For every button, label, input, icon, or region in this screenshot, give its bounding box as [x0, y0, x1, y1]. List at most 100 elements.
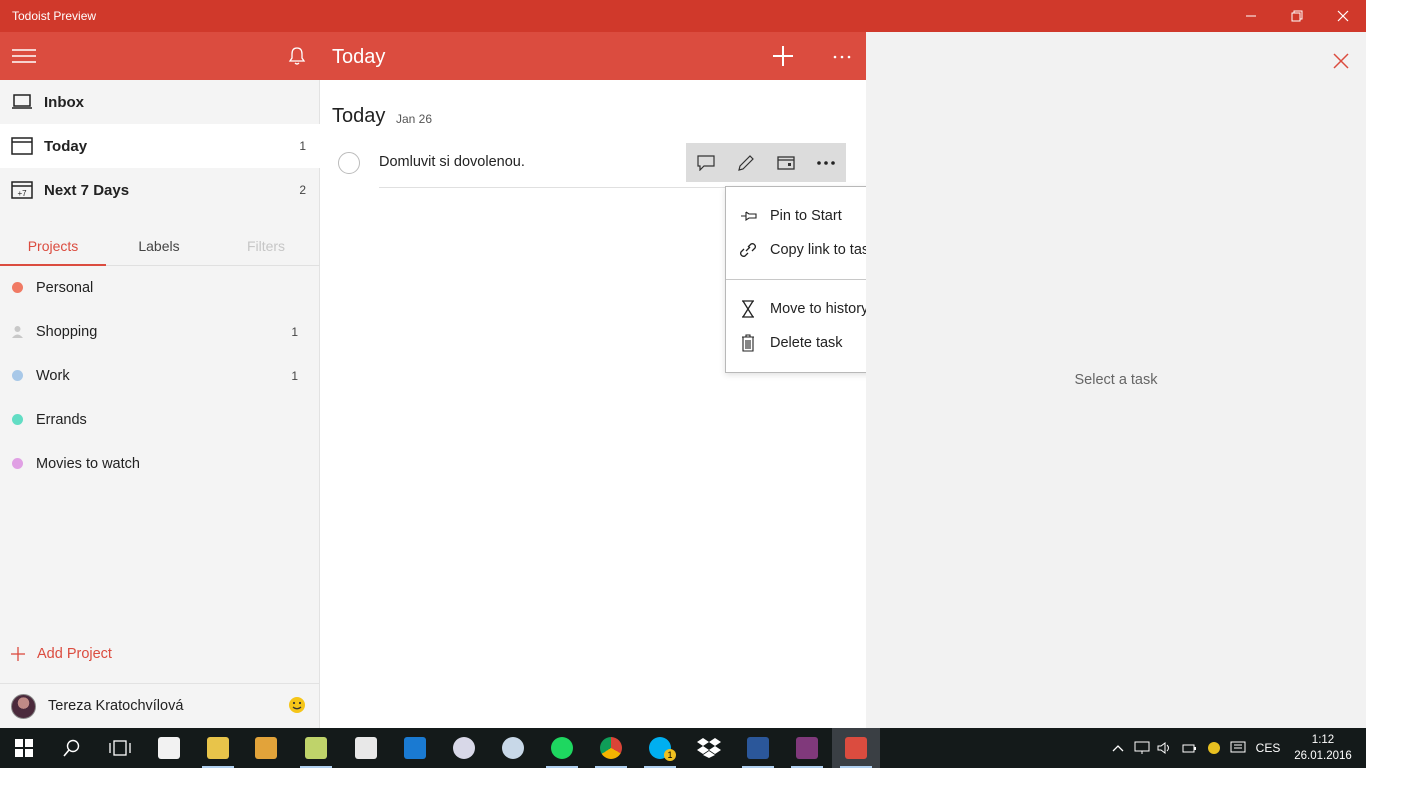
task-view-button[interactable]	[96, 728, 144, 768]
project-item-movies-to-watch[interactable]: Movies to watch	[0, 442, 320, 486]
empty-state-text: Select a task	[1074, 372, 1158, 388]
project-item-errands[interactable]: Errands	[0, 398, 320, 442]
scissors-icon	[453, 737, 475, 759]
more-actions-button[interactable]	[806, 143, 846, 182]
tab-projects[interactable]: Projects	[0, 230, 106, 266]
restore-icon	[1291, 10, 1303, 22]
restore-button[interactable]	[1274, 0, 1320, 32]
nav-item-today[interactable]: Today 1	[0, 124, 320, 168]
pencil-icon	[738, 154, 754, 171]
nav-item-next-7-days[interactable]: +7 Next 7 Days 2	[0, 168, 320, 212]
taskbar-chrome-app[interactable]	[587, 728, 635, 768]
input-language[interactable]: CES	[1252, 728, 1284, 768]
nav-label: Inbox	[44, 93, 84, 111]
taskbar-store-app[interactable]	[145, 728, 193, 768]
add-project-button[interactable]: Add Project	[0, 636, 320, 672]
plus-icon	[11, 647, 25, 661]
section-title: Today	[332, 105, 386, 127]
taskbar-search-button[interactable]	[48, 728, 96, 768]
edit-button[interactable]	[726, 143, 766, 182]
word-icon	[747, 737, 769, 759]
tab-labels[interactable]: Labels	[106, 230, 212, 266]
smiley-icon[interactable]	[288, 696, 306, 714]
nav-count: 1	[299, 139, 306, 153]
hamburger-menu-icon[interactable]	[12, 48, 36, 64]
taskbar-word-app[interactable]	[734, 728, 782, 768]
taskbar-todoist-app[interactable]	[832, 728, 880, 768]
user-name: Tereza Kratochvílová	[48, 698, 184, 714]
link-icon	[740, 243, 756, 257]
minimize-button[interactable]	[1228, 0, 1274, 32]
clock-time: 1:12	[1311, 734, 1335, 746]
more-options-icon[interactable]	[830, 44, 854, 68]
project-color-dot	[12, 282, 23, 293]
volume-tray-icon[interactable]	[1155, 728, 1175, 768]
pin-icon	[741, 211, 757, 222]
hourglass-icon	[742, 300, 754, 318]
battery-tray-icon[interactable]	[1180, 728, 1200, 768]
taskbar-skype-app[interactable]: 1	[636, 728, 684, 768]
security-tray-icon[interactable]	[1204, 728, 1224, 768]
minimize-icon	[1246, 15, 1256, 17]
taskbar-snipping-tool-app[interactable]	[440, 728, 488, 768]
spotify-icon	[551, 737, 573, 759]
task-complete-checkbox[interactable]	[338, 152, 360, 174]
calendar-icon-text: +7	[17, 189, 27, 198]
close-window-button[interactable]	[1320, 0, 1366, 32]
notes-icon	[305, 737, 327, 759]
project-label: Movies to watch	[36, 456, 140, 472]
schedule-button[interactable]	[766, 143, 806, 182]
taskbar-dropbox-app[interactable]	[685, 728, 733, 768]
system-clock[interactable]: 1:12 26.01.2016	[1290, 732, 1356, 764]
calendar-icon	[777, 155, 795, 170]
project-item-work[interactable]: Work 1	[0, 354, 320, 398]
project-color-dot	[12, 414, 23, 425]
action-center-button[interactable]	[1228, 728, 1248, 768]
page-title: Today	[332, 46, 386, 68]
project-item-shopping[interactable]: Shopping 1	[0, 310, 320, 354]
taskbar-paint-app[interactable]	[489, 728, 537, 768]
taskbar-file-explorer-app[interactable]	[194, 728, 242, 768]
tab-filters[interactable]: Filters	[213, 230, 319, 266]
network-tray-icon[interactable]	[1132, 728, 1152, 768]
user-account[interactable]: Tereza Kratochvílová	[0, 683, 320, 728]
sidebar-header	[0, 32, 320, 80]
taskbar-weather-app[interactable]	[391, 728, 439, 768]
trash-icon	[742, 334, 754, 352]
comment-button[interactable]	[686, 143, 726, 182]
menu-item-label: Delete task	[770, 335, 843, 351]
windows-logo-icon	[15, 739, 33, 757]
bell-icon[interactable]	[286, 45, 308, 67]
taskbar-onenote-app[interactable]	[783, 728, 831, 768]
taskbar-sticky-notes-app[interactable]	[292, 728, 340, 768]
taskbar-calculator-app[interactable]	[342, 728, 390, 768]
project-label: Shopping	[36, 324, 98, 340]
folder-icon	[207, 737, 229, 759]
menu-item-label: Copy link to task	[770, 242, 877, 258]
project-item-personal[interactable]: Personal	[0, 266, 320, 310]
avatar	[11, 694, 36, 719]
show-hidden-icons-button[interactable]	[1108, 728, 1128, 768]
title-bar: Todoist Preview	[0, 0, 1366, 32]
person-icon	[12, 326, 23, 338]
start-button[interactable]	[0, 728, 48, 768]
notification-icon	[1230, 741, 1246, 753]
network-icon	[1134, 741, 1150, 754]
windows-taskbar: 1 CES 1:12 26.01.2016	[0, 728, 1366, 768]
chrome-icon	[600, 737, 622, 759]
add-task-icon[interactable]	[771, 44, 795, 68]
nav-label: Today	[44, 137, 88, 155]
chevron-up-icon	[1112, 745, 1124, 752]
sidebar-tabs: Projects Labels Filters	[0, 230, 320, 266]
task-text: Domluvit si dovolenou.	[379, 154, 525, 170]
clock-date: 26.01.2016	[1294, 750, 1352, 762]
nav-item-inbox[interactable]: Inbox	[0, 80, 320, 124]
calendar-icon	[11, 137, 33, 155]
power-icon	[1182, 744, 1196, 753]
nav-label: Next 7 Days	[44, 181, 130, 199]
search-icon	[63, 739, 80, 757]
taskbar-spotify-app[interactable]	[538, 728, 586, 768]
task-detail-pane: Select a task	[866, 32, 1366, 728]
taskbar-movies-app[interactable]	[242, 728, 290, 768]
close-icon[interactable]	[1332, 52, 1350, 70]
